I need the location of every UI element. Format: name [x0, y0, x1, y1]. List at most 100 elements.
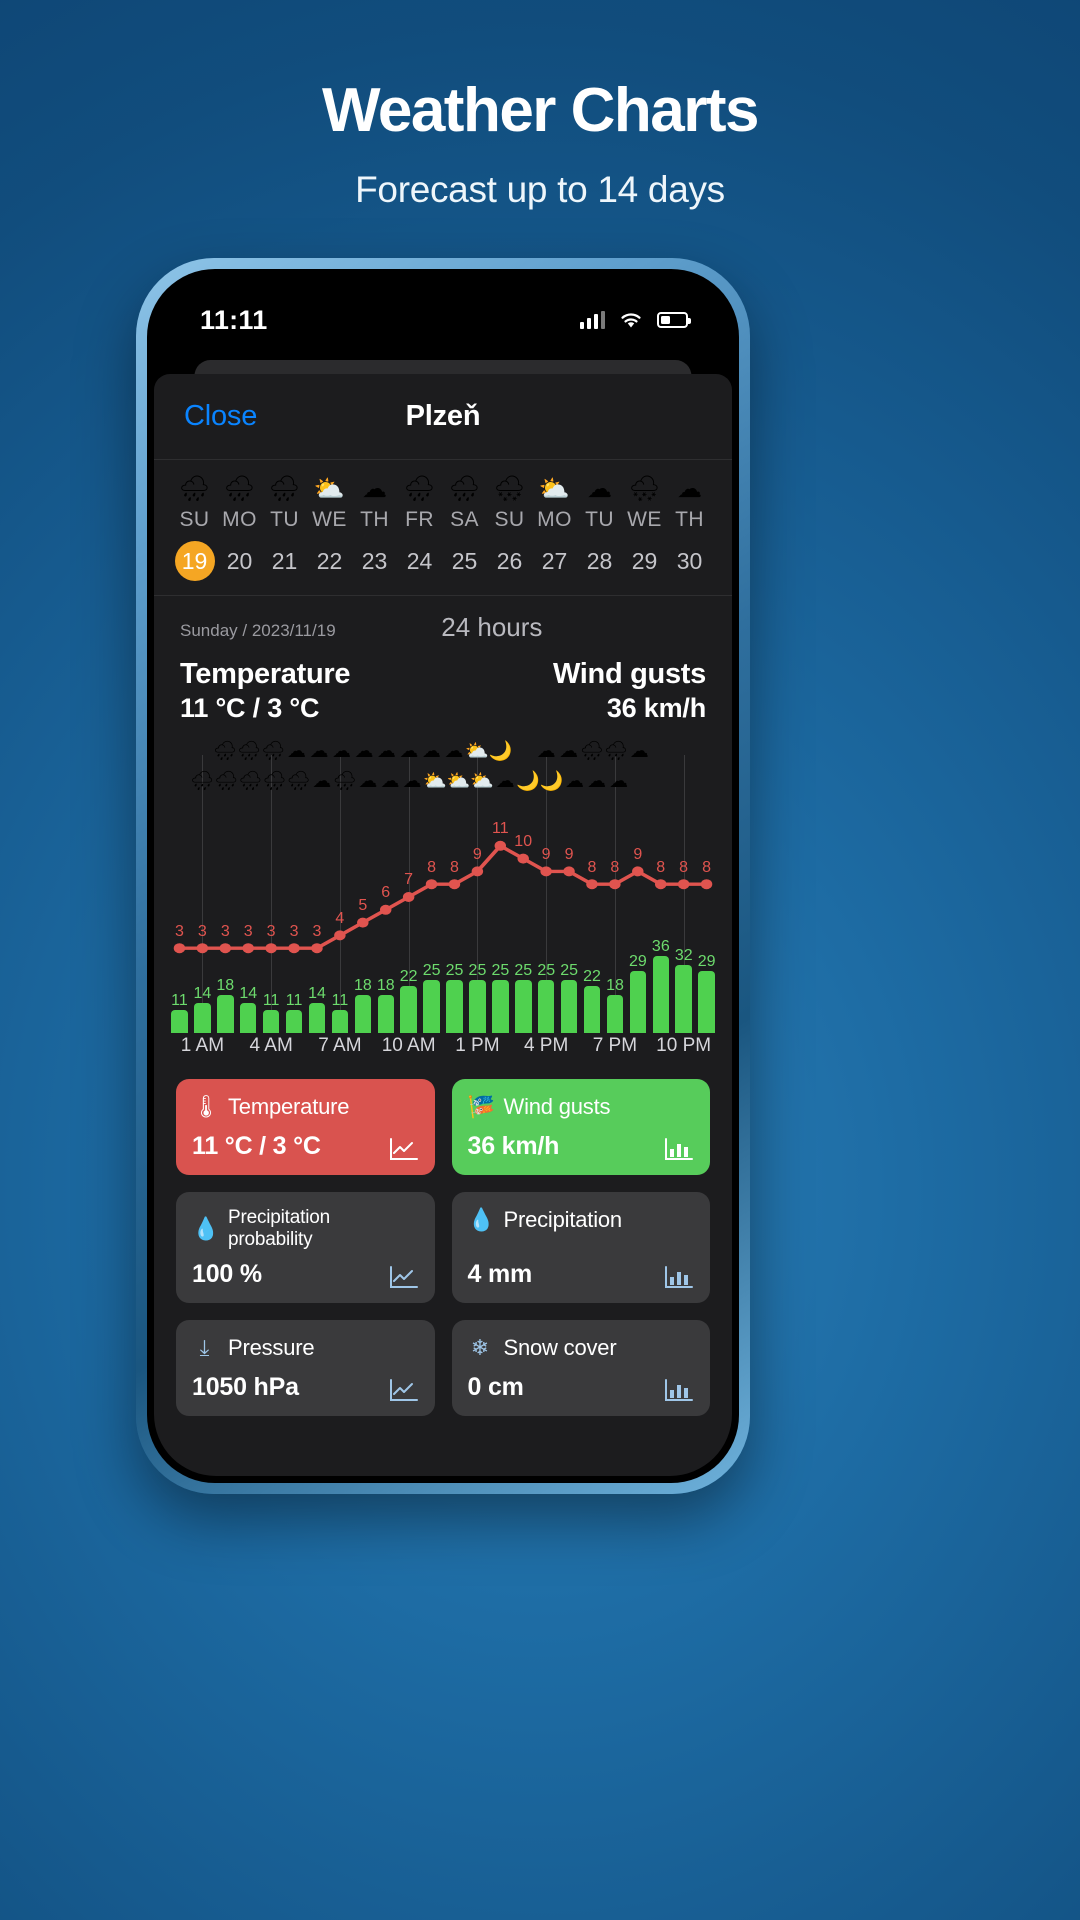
phone-bezel: 11:11 Close Plzeň 🌧 SU 19 🌧 MO 20 🌧 TU 2… — [147, 269, 739, 1483]
status-time: 11:11 — [200, 304, 268, 335]
day-item-19[interactable]: 🌧 SU 19 — [172, 472, 217, 581]
day-item-21[interactable]: 🌧 TU 21 — [262, 472, 307, 581]
wind-bar-value: 18 — [376, 976, 395, 994]
wind-bar-value: 11 — [285, 991, 303, 1009]
wind-bar-rect — [423, 979, 440, 1034]
hour-weather-icon: 🌧 — [261, 741, 286, 763]
wind-bar-rect — [492, 979, 509, 1034]
temperature-value-label: 6 — [381, 884, 391, 902]
temperature-value-label: 3 — [266, 922, 276, 940]
day-item-29[interactable]: 🌨 WE 29 — [622, 472, 667, 581]
wind-bar-rect — [308, 1003, 326, 1034]
day-weekday-label: SA — [450, 508, 479, 531]
card-footer: 11 °C / 3 °C — [192, 1132, 419, 1161]
day-item-20[interactable]: 🌧 MO 20 — [217, 472, 262, 581]
day-item-23[interactable]: ☁ TH 23 — [352, 472, 397, 581]
card-title: Precipitation probability — [228, 1207, 330, 1251]
temperature-value-label: 8 — [702, 858, 711, 876]
hour-weather-icon: 🌙 — [488, 741, 513, 763]
selected-date-label: Sunday / 2023/11/19 — [180, 621, 336, 640]
wind-bar-rect — [469, 979, 486, 1034]
metric-card-wind-gusts[interactable]: 🎏 Wind gusts 36 km/h — [451, 1079, 710, 1176]
temperature-value-label: 9 — [564, 845, 574, 863]
metric-card-snow-cover[interactable]: ❄ Snow cover 0 cm — [451, 1320, 710, 1417]
temperature-value-label: 11 — [491, 820, 509, 838]
hour-weather-icon: ☁ — [629, 741, 649, 763]
temperature-value-label: 9 — [472, 845, 482, 863]
x-axis-tick: 1 PM — [455, 1035, 500, 1057]
wind-bar-rect — [331, 1009, 349, 1034]
metric-card-pressure[interactable]: ⤓ Pressure 1050 hPa — [176, 1320, 435, 1417]
card-value: 1050 hPa — [192, 1373, 299, 1402]
day-weekday-label: TU — [270, 508, 299, 531]
day-weather-icon: ⛅ — [313, 475, 346, 503]
day-number-label: 21 — [271, 548, 298, 574]
close-button[interactable]: Close — [184, 400, 257, 433]
day-selector-strip[interactable]: 🌧 SU 19 🌧 MO 20 🌧 TU 21 ⛅ WE 22 ☁ TH 23 🌧 FR 24 🌧 SA 25 🌨 SU 26… — [154, 460, 732, 596]
card-footer: 1050 hPa — [192, 1373, 419, 1402]
day-number-label: 23 — [361, 548, 388, 574]
temperature-value-label: 9 — [541, 845, 551, 863]
hour-weather-icon — [168, 737, 190, 769]
day-item-30[interactable]: ☁ TH 30 — [667, 472, 712, 581]
wind-gust-icon: 🎏 — [467, 1094, 495, 1120]
day-weather-icon: ⛅ — [538, 475, 571, 503]
temperature-value-label: 3 — [175, 922, 184, 940]
hour-weather-icon: 🌧 — [603, 741, 629, 763]
forecast-chart[interactable]: 🌧 🌧 🌧 ☁ ☁ ☁ ☁ ☁ ☁ ☁ ☁ ⛅ 🌙 ☁ ☁ 🌧 🌧 ☁ 🌧 🌧 🌧 🌧 🌧 ☁ 🌧 ☁ ☁ ☁ ⛅ ⛅ ⛅ ☁ 🌙 🌙 ☁ ☁ ☁ 1… — [168, 737, 718, 1059]
day-weekday-label: TH — [360, 508, 389, 531]
card-value: 11 °C / 3 °C — [192, 1132, 321, 1161]
navbar: Close Plzeň — [154, 374, 732, 460]
day-number-label: 19 — [174, 541, 215, 581]
droplet-icon: 💧 — [467, 1207, 495, 1233]
temperature-value-label: 3 — [243, 922, 253, 940]
day-item-27[interactable]: ⛅ MO 27 — [532, 472, 577, 581]
day-item-26[interactable]: 🌨 SU 26 — [487, 472, 532, 581]
metric-card-precipitation[interactable]: 💧 Precipitation 4 mm — [451, 1192, 710, 1304]
card-footer: 36 km/h — [468, 1132, 695, 1161]
pressure-download-icon: ⤓ — [199, 1335, 210, 1361]
day-weekday-label: FR — [405, 508, 434, 531]
card-value: 100 % — [192, 1260, 262, 1289]
metric-card-precipitation-probability[interactable]: 💧 Precipitation probability 100 % — [176, 1192, 435, 1304]
x-axis-tick: 10 AM — [381, 1035, 436, 1057]
metric-cards[interactable]: 🌡 Temperature 11 °C / 3 °C 🎏 Wind gusts 36 km… — [154, 1063, 732, 1417]
wind-bar-value: 18 — [353, 976, 372, 994]
temperature-value-label: 3 — [220, 922, 230, 940]
wifi-icon — [621, 312, 641, 327]
wind-bar-rect — [285, 1009, 303, 1034]
day-weekday-label: TU — [585, 508, 614, 531]
temperature-summary: Temperature 11 °C / 3 °C — [180, 657, 351, 725]
wind-bar-rect — [377, 994, 394, 1034]
day-weather-icon: 🌧 — [178, 475, 211, 503]
card-header: 💧 Precipitation probability — [192, 1207, 419, 1251]
day-number-label: 24 — [406, 548, 433, 574]
day-item-24[interactable]: 🌧 FR 24 — [397, 472, 442, 581]
line-chart-icon — [389, 1379, 418, 1402]
status-bar: 11:11 — [154, 276, 732, 350]
cellular-signal-icon — [579, 311, 605, 329]
card-title: Temperature — [228, 1094, 350, 1120]
wind-bar-value: 11 — [331, 991, 349, 1009]
day-item-28[interactable]: ☁ TU 28 — [577, 472, 622, 581]
wind-bar-rect — [515, 979, 532, 1034]
wind-bar-value: 14 — [239, 985, 258, 1003]
wind-bar-rect — [537, 979, 555, 1034]
day-weekday-label: MO — [537, 508, 572, 531]
day-item-22[interactable]: ⛅ WE 22 — [307, 472, 352, 581]
day-number-label: 22 — [316, 548, 343, 574]
day-weather-icon: ☁ — [677, 475, 702, 503]
wind-bar-rect — [262, 1009, 280, 1034]
day-weather-icon: ☁ — [587, 475, 612, 503]
metric-card-temperature[interactable]: 🌡 Temperature 11 °C / 3 °C — [176, 1079, 435, 1176]
hour-weather-icon — [190, 737, 212, 769]
day-number-label: 30 — [676, 548, 703, 574]
wind-summary-value: 36 km/h — [606, 693, 706, 724]
wind-bar-rect — [217, 994, 234, 1034]
chart-summary: Temperature 11 °C / 3 °C Wind gusts 36 k… — [154, 643, 732, 725]
card-footer: 0 cm — [468, 1373, 695, 1402]
line-chart-icon — [389, 1138, 418, 1161]
day-item-25[interactable]: 🌧 SA 25 — [442, 472, 487, 581]
temperature-value-label: 3 — [197, 922, 207, 940]
day-weekday-label: MO — [222, 508, 257, 531]
